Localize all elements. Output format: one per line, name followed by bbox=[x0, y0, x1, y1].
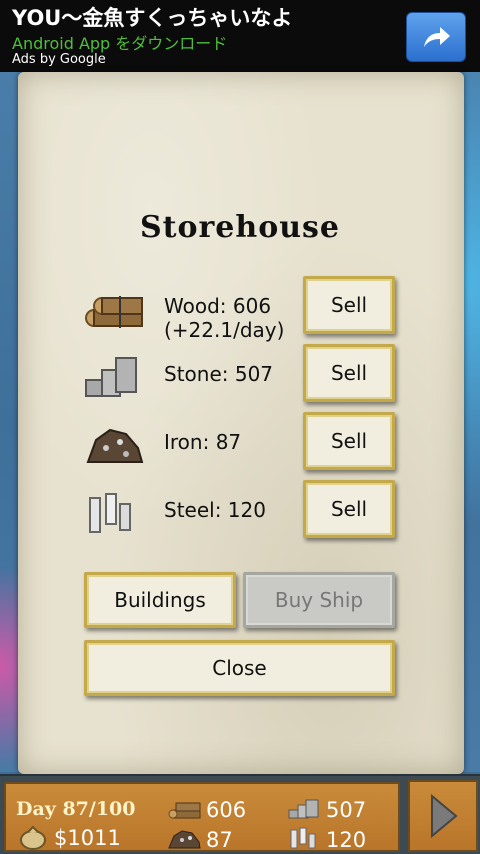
sell-iron-button[interactable]: Sell bbox=[303, 412, 395, 470]
storehouse-title: Storehouse bbox=[139, 210, 341, 245]
steel-label: Steel: 120 bbox=[164, 498, 266, 522]
steel-bars-icon bbox=[89, 493, 131, 533]
ad-attribution: Ads by Google bbox=[12, 52, 106, 67]
iron-label: Iron: 87 bbox=[164, 430, 242, 454]
wood-logs-icon bbox=[85, 296, 143, 328]
sell-stone-button[interactable]: Sell bbox=[303, 344, 395, 402]
wood-rate: (+22.1/day) bbox=[164, 318, 285, 342]
money-value: $1011 bbox=[54, 826, 121, 850]
stone-blocks-icon bbox=[288, 799, 319, 819]
close-button[interactable]: Close bbox=[84, 640, 395, 696]
day-counter: Day 87/100 bbox=[16, 798, 136, 820]
ad-subtitle[interactable]: Android App をダウンロード bbox=[12, 30, 227, 54]
play-arrow-icon bbox=[431, 794, 458, 838]
ad-title[interactable]: YOU〜金魚すくっちゃいなよ bbox=[12, 2, 292, 32]
status-wood: 606 bbox=[206, 798, 247, 822]
buildings-button[interactable]: Buildings bbox=[84, 572, 236, 628]
stone-blocks-icon bbox=[85, 357, 137, 397]
iron-ore-icon bbox=[168, 830, 201, 849]
share-arrow-icon bbox=[424, 27, 450, 47]
money-bag-icon bbox=[20, 825, 46, 850]
next-day-button[interactable] bbox=[408, 780, 478, 852]
status-steel: 120 bbox=[326, 828, 367, 852]
sell-wood-button[interactable]: Sell bbox=[303, 276, 395, 334]
wood-logs-icon bbox=[168, 802, 201, 819]
sell-steel-button[interactable]: Sell bbox=[303, 480, 395, 538]
iron-ore-icon bbox=[86, 428, 144, 463]
stone-label: Stone: 507 bbox=[164, 362, 274, 386]
buy-ship-button[interactable]: Buy Ship bbox=[243, 572, 395, 628]
wood-label: Wood: 606 bbox=[164, 294, 272, 318]
status-stone: 507 bbox=[326, 798, 367, 822]
ad-action-button[interactable] bbox=[406, 12, 466, 62]
status-panel: Day 87/100 $1011 606 87 507 120 bbox=[4, 782, 400, 852]
ad-banner[interactable]: YOU〜金魚すくっちゃいなよ Android App をダウンロード Ads b… bbox=[0, 0, 480, 72]
steel-bars-icon bbox=[290, 827, 316, 849]
status-iron: 87 bbox=[206, 828, 233, 852]
